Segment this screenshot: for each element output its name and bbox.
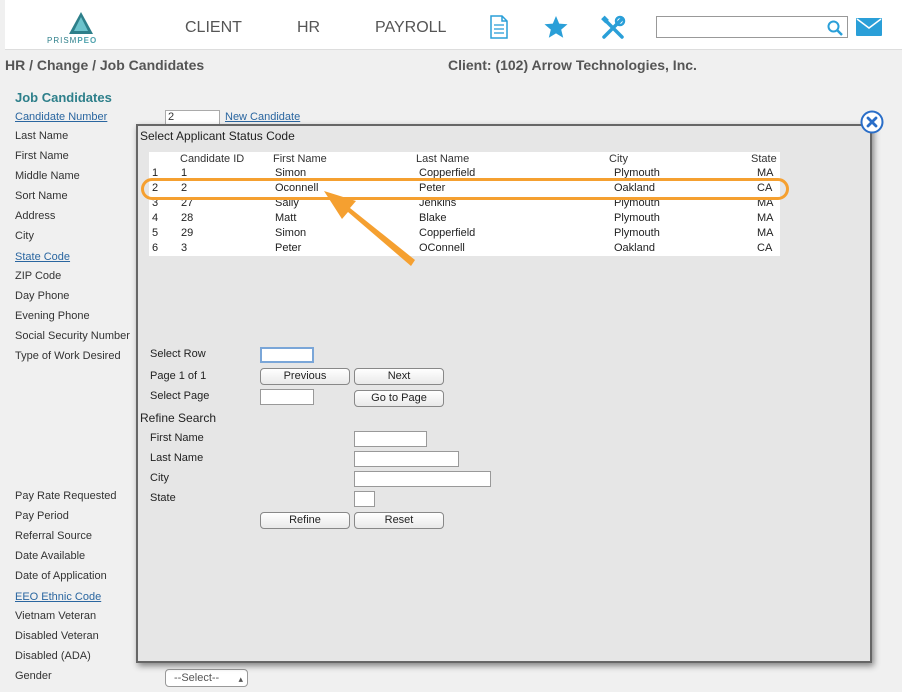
- reset-button[interactable]: Reset: [354, 512, 444, 529]
- previous-button[interactable]: Previous: [260, 368, 350, 385]
- date-available-label: Date Available: [15, 550, 86, 562]
- select-row-label: Select Row: [150, 348, 206, 360]
- row-highlight-annotation: [141, 178, 789, 200]
- table-cell-id: 28: [181, 212, 194, 224]
- tools-icon[interactable]: [600, 15, 626, 41]
- ssn-label: Social Security Number: [15, 330, 130, 342]
- date-of-application-label: Date of Application: [15, 570, 107, 582]
- city-label: City: [15, 230, 34, 242]
- table-cell-last: Copperfield: [419, 227, 476, 239]
- first-name-label: First Name: [15, 150, 69, 162]
- breadcrumb: HR / Change / Job Candidates: [5, 57, 205, 73]
- last-name-label: Last Name: [15, 130, 69, 142]
- table-cell-id: 3: [181, 242, 188, 254]
- sort-name-label: Sort Name: [15, 190, 68, 202]
- table-cell-first: Matt: [275, 212, 297, 224]
- table-cell-last: Blake: [419, 212, 447, 224]
- nav-client[interactable]: CLIENT: [185, 19, 242, 37]
- type-of-work-label: Type of Work Desired: [15, 350, 121, 362]
- day-phone-label: Day Phone: [15, 290, 70, 302]
- col-header-last-name[interactable]: Last Name: [416, 153, 469, 165]
- close-icon[interactable]: [860, 110, 884, 134]
- middle-name-label: Middle Name: [15, 170, 80, 182]
- table-cell-city: Oakland: [614, 242, 655, 254]
- disabled-ada-label: Disabled (ADA): [15, 650, 91, 662]
- zip-code-label: ZIP Code: [15, 270, 62, 282]
- disabled-veteran-label: Disabled Veteran: [15, 630, 99, 642]
- table-cell-n: 5: [152, 227, 159, 239]
- table-cell-state: MA: [757, 227, 774, 239]
- table-cell-state: CA: [757, 242, 773, 254]
- table-cell-city: Plymouth: [614, 212, 660, 224]
- vietnam-veteran-label: Vietnam Veteran: [15, 610, 97, 622]
- new-candidate-link[interactable]: New Candidate: [225, 111, 300, 123]
- select-page-input[interactable]: [260, 389, 314, 405]
- nav-payroll[interactable]: PAYROLL: [375, 19, 446, 37]
- refine-first-name-label: First Name: [150, 432, 204, 444]
- table-cell-n: 4: [152, 212, 159, 224]
- client-label: Client: (102) Arrow Technologies, Inc.: [448, 57, 697, 73]
- search-icon[interactable]: [827, 20, 843, 36]
- eeo-ethnic-code-link[interactable]: EEO Ethnic Code: [15, 591, 101, 603]
- document-icon[interactable]: [489, 15, 509, 39]
- gender-label: Gender: [15, 670, 52, 682]
- modal-title: Select Applicant Status Code: [140, 129, 295, 143]
- search-input[interactable]: [656, 16, 848, 38]
- page-title: Job Candidates: [15, 90, 112, 105]
- logo-wordmark: PRISMPEO: [47, 36, 98, 45]
- col-header-candidate-id[interactable]: Candidate ID: [180, 153, 244, 165]
- table-cell-first: Peter: [275, 242, 302, 254]
- top-navigation: PRISMPEO CLIENT HR PAYROLL: [5, 0, 902, 50]
- page-indicator: Page 1 of 1: [150, 370, 207, 382]
- col-header-city[interactable]: City: [609, 153, 628, 165]
- table-cell-n: 6: [152, 242, 159, 254]
- refine-button[interactable]: Refine: [260, 512, 350, 529]
- table-cell-last: OConnell: [419, 242, 465, 254]
- pay-rate-label: Pay Rate Requested: [15, 490, 117, 502]
- table-cell-first: Simon: [275, 227, 307, 239]
- candidate-number-link[interactable]: Candidate Number: [15, 111, 107, 123]
- pay-period-label: Pay Period: [15, 510, 69, 522]
- select-arrows-icon: ▴▾: [238, 674, 243, 692]
- state-code-link[interactable]: State Code: [15, 251, 70, 263]
- table-cell-city: Plymouth: [614, 227, 660, 239]
- nav-hr[interactable]: HR: [297, 19, 320, 37]
- refine-first-name-input[interactable]: [354, 431, 427, 447]
- refine-state-label: State: [150, 492, 176, 504]
- prism-logo-icon[interactable]: [69, 12, 93, 34]
- refine-city-label: City: [150, 472, 169, 484]
- evening-phone-label: Evening Phone: [15, 310, 90, 322]
- referral-source-label: Referral Source: [15, 530, 93, 542]
- next-button[interactable]: Next: [354, 368, 444, 385]
- select-page-label: Select Page: [150, 390, 210, 402]
- mail-icon[interactable]: [856, 18, 882, 36]
- go-to-page-button[interactable]: Go to Page: [354, 390, 444, 407]
- refine-last-name-label: Last Name: [150, 452, 204, 464]
- col-header-first-name[interactable]: First Name: [273, 153, 327, 165]
- address-label: Address: [15, 210, 56, 222]
- table-row[interactable]: [149, 211, 780, 226]
- refine-search-title: Refine Search: [140, 411, 217, 425]
- col-header-state[interactable]: State: [751, 153, 777, 165]
- refine-state-input[interactable]: [354, 491, 375, 507]
- table-cell-id: 29: [181, 227, 194, 239]
- refine-last-name-input[interactable]: [354, 451, 459, 467]
- gender-select-value: --Select--: [174, 672, 220, 684]
- refine-city-input[interactable]: [354, 471, 491, 487]
- star-icon[interactable]: [543, 15, 569, 39]
- gender-select[interactable]: --Select-- ▴▾: [165, 669, 248, 692]
- select-row-input[interactable]: [260, 347, 314, 363]
- table-cell-state: MA: [757, 212, 774, 224]
